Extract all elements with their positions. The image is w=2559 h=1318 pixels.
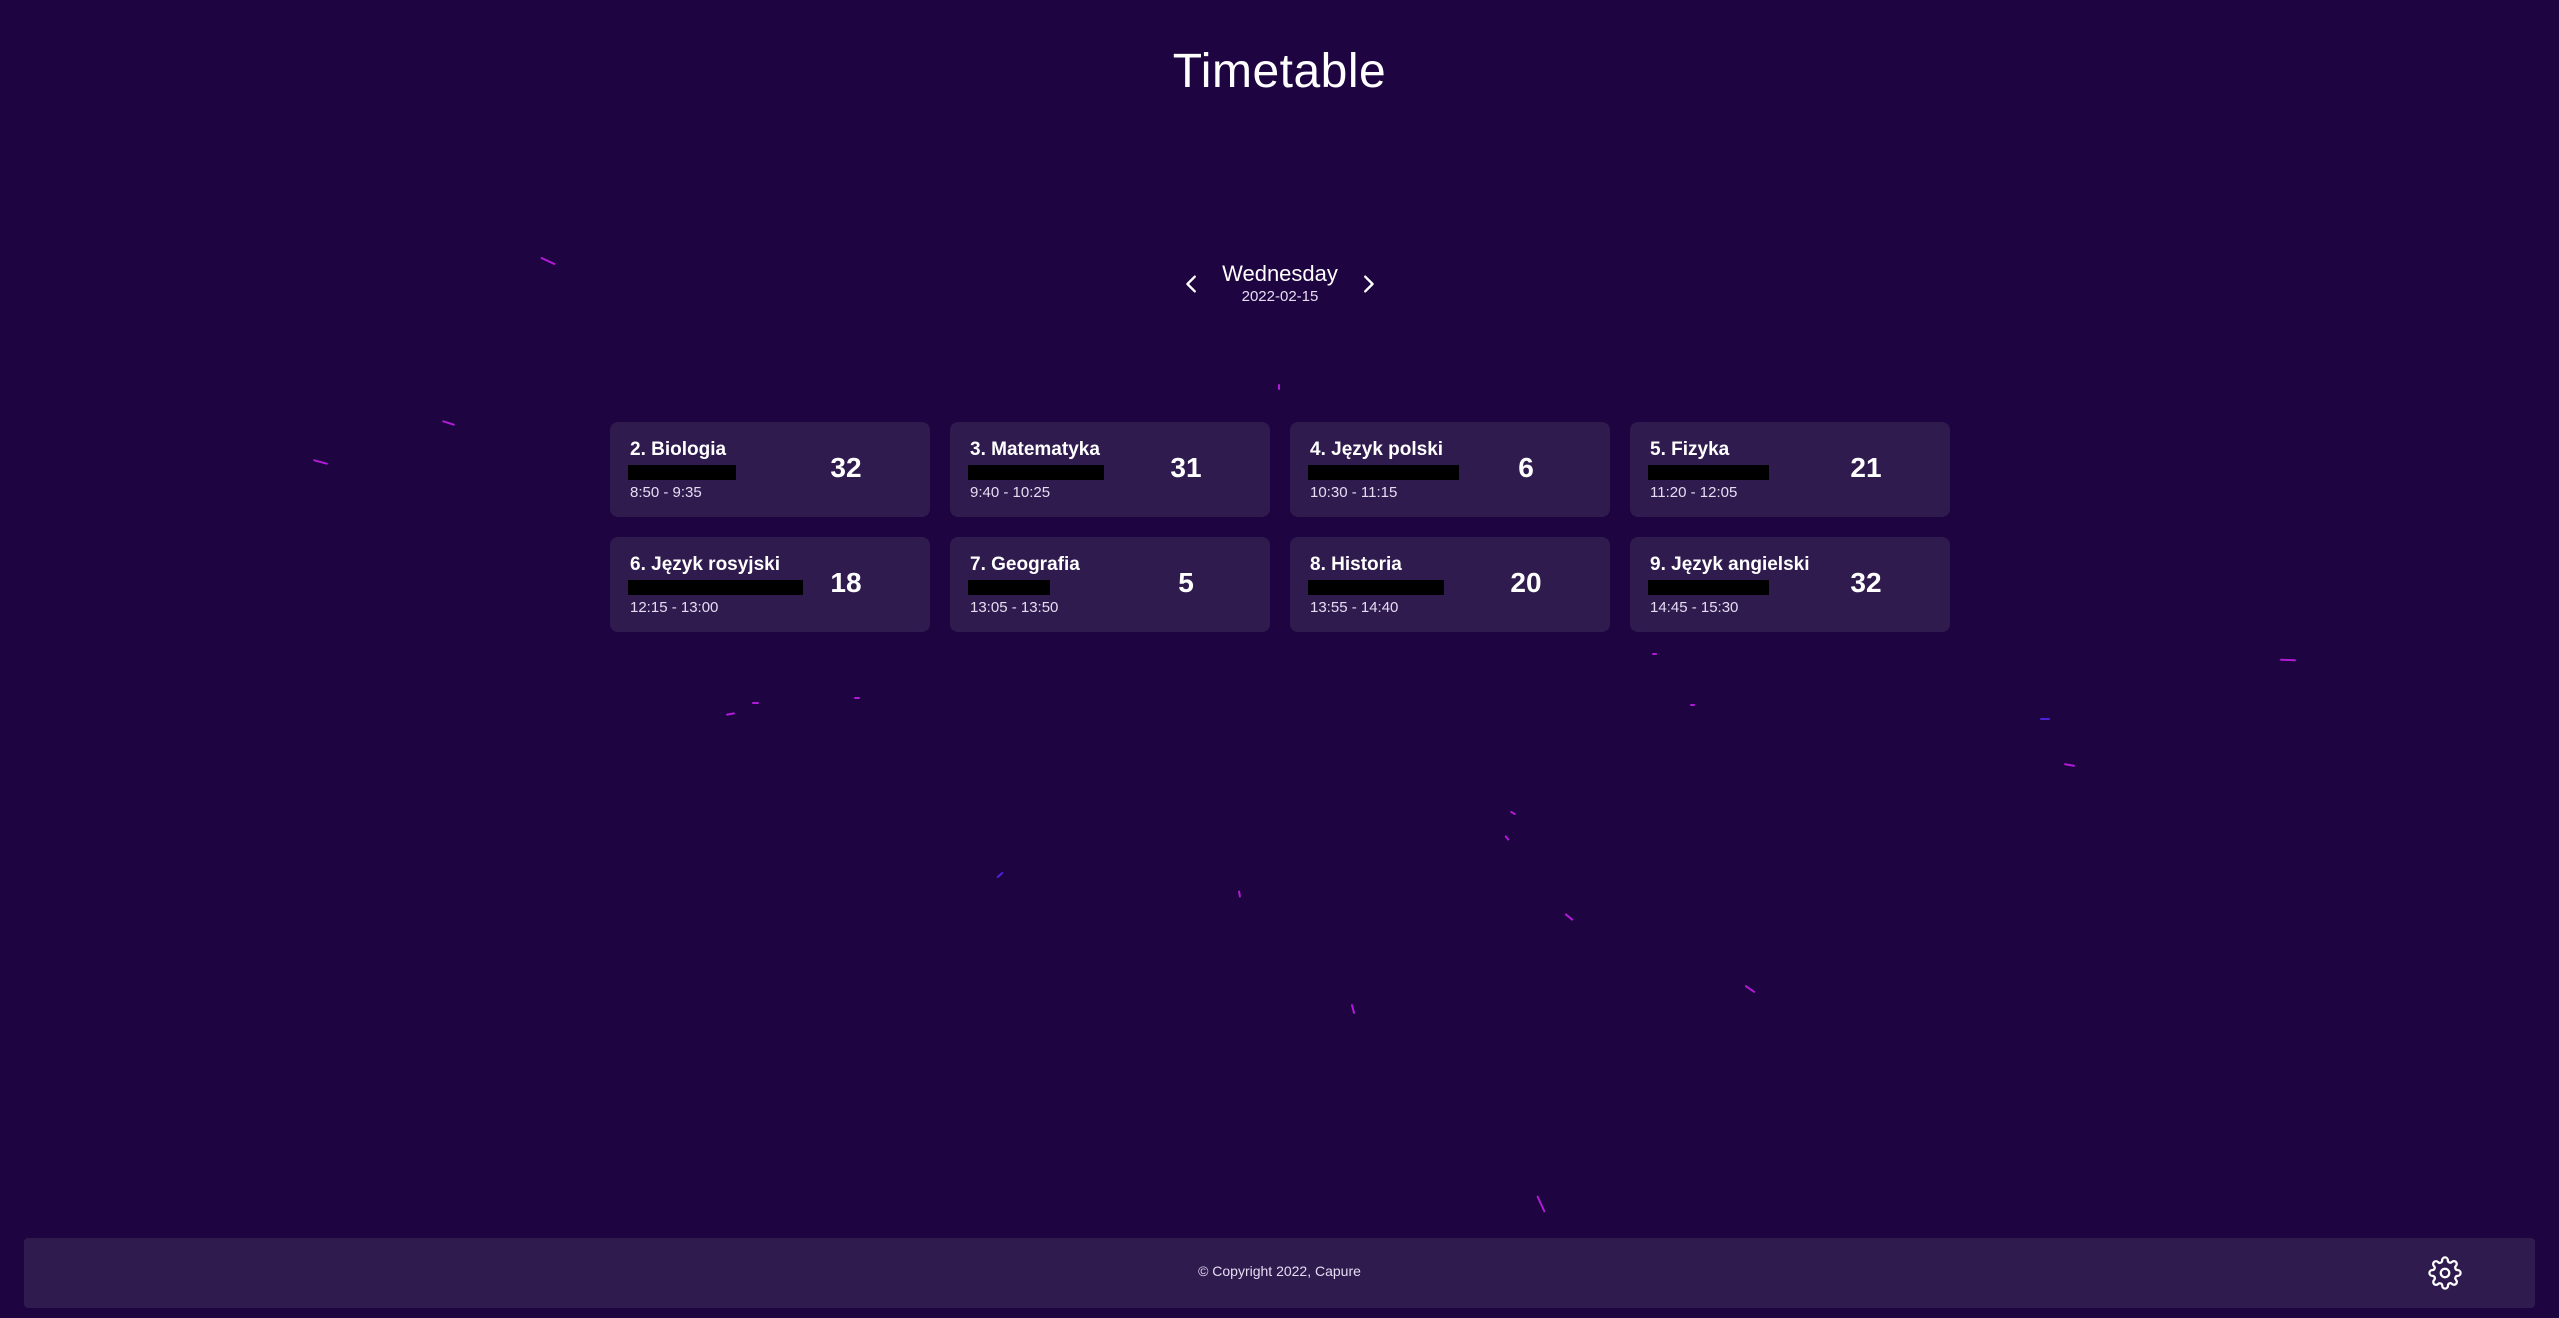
day-navigator: Wednesday 2022-02-15 (1170, 254, 1390, 314)
lesson-room: 20 (1510, 567, 1542, 598)
streak (1536, 1195, 1546, 1213)
gear-icon[interactable] (2428, 1256, 2462, 1290)
lesson-time: 14:45 - 15:30 (1650, 599, 1739, 616)
lesson-time: 13:55 - 14:40 (1310, 599, 1399, 616)
lesson-room: 18 (830, 567, 862, 598)
redacted-teacher (628, 465, 736, 480)
streak (1350, 1003, 1356, 1015)
streak (442, 420, 455, 426)
footer: © Copyright 2022, Capure (24, 1238, 2535, 1308)
lesson-room: 32 (830, 452, 862, 483)
streak (2063, 763, 2076, 767)
streak (2040, 718, 2050, 720)
streak (1237, 890, 1242, 898)
redacted-teacher (628, 580, 803, 595)
lesson-card[interactable]: 2. Biologia 8:50 - 9:35 32 (610, 422, 930, 517)
streak (725, 712, 736, 716)
day-info: Wednesday 2022-02-15 (1210, 261, 1350, 307)
streak (540, 256, 556, 266)
lesson-title: 8. Historia (1310, 554, 1402, 575)
streak (312, 459, 329, 465)
lesson-title: 9. Język angielski (1650, 554, 1810, 575)
day-date: 2022-02-15 (1241, 288, 1319, 305)
lesson-card[interactable]: 4. Język polski 10:30 - 11:15 6 (1290, 422, 1610, 517)
streak (1278, 384, 1280, 390)
streak (854, 697, 860, 699)
lesson-time: 10:30 - 11:15 (1310, 484, 1398, 501)
chevron-left-icon[interactable] (1174, 266, 1210, 302)
streak (752, 702, 759, 704)
lesson-title: 3. Matematyka (970, 439, 1100, 460)
lesson-title: 2. Biologia (630, 439, 727, 460)
lesson-card[interactable]: 5. Fizyka 11:20 - 12:05 21 (1630, 422, 1950, 517)
lesson-title: 4. Język polski (1310, 439, 1444, 460)
lesson-card[interactable]: 3. Matematyka 9:40 - 10:25 31 (950, 422, 1270, 517)
lesson-title: 7. Geografia (970, 554, 1080, 575)
lesson-time: 11:20 - 12:05 (1650, 484, 1738, 501)
streak (2279, 658, 2297, 662)
lesson-card[interactable]: 7. Geografia 13:05 - 13:50 5 (950, 537, 1270, 632)
streak (1509, 810, 1517, 816)
lesson-time: 13:05 - 13:50 (970, 599, 1059, 616)
streak (1564, 913, 1574, 921)
lesson-card[interactable]: 8. Historia 13:55 - 14:40 20 (1290, 537, 1610, 632)
lesson-room: 21 (1850, 452, 1882, 483)
streak (1744, 984, 1756, 994)
day-name: Wednesday (1222, 261, 1338, 286)
copyright-text: © Copyright 2022, Capure (1198, 1263, 1361, 1279)
streak (1504, 835, 1510, 841)
redacted-teacher (1308, 580, 1444, 595)
lesson-room: 6 (1518, 452, 1534, 483)
lesson-room: 31 (1170, 452, 1202, 483)
streak (1652, 653, 1657, 655)
lesson-time: 8:50 - 9:35 (630, 484, 702, 501)
lesson-title: 5. Fizyka (1650, 439, 1730, 460)
lesson-room: 5 (1178, 567, 1194, 598)
lesson-grid: 2. Biologia 8:50 - 9:35 32 3. Matematyka… (610, 422, 1950, 632)
lesson-title: 6. Język rosyjski (630, 554, 780, 575)
redacted-teacher (968, 580, 1050, 595)
redacted-teacher (1308, 465, 1459, 480)
lesson-time: 9:40 - 10:25 (970, 484, 1051, 501)
redacted-teacher (968, 465, 1104, 480)
chevron-right-icon[interactable] (1350, 266, 1386, 302)
lesson-card[interactable]: 9. Język angielski 14:45 - 15:30 32 (1630, 537, 1950, 632)
lesson-time: 12:15 - 13:00 (630, 599, 719, 616)
streak (996, 871, 1004, 879)
streak (1690, 704, 1695, 706)
redacted-teacher (1648, 580, 1769, 595)
lesson-card[interactable]: 6. Język rosyjski 12:15 - 13:00 18 (610, 537, 930, 632)
page-title: Timetable (1172, 45, 1387, 98)
lesson-room: 32 (1850, 567, 1882, 598)
redacted-teacher (1648, 465, 1769, 480)
